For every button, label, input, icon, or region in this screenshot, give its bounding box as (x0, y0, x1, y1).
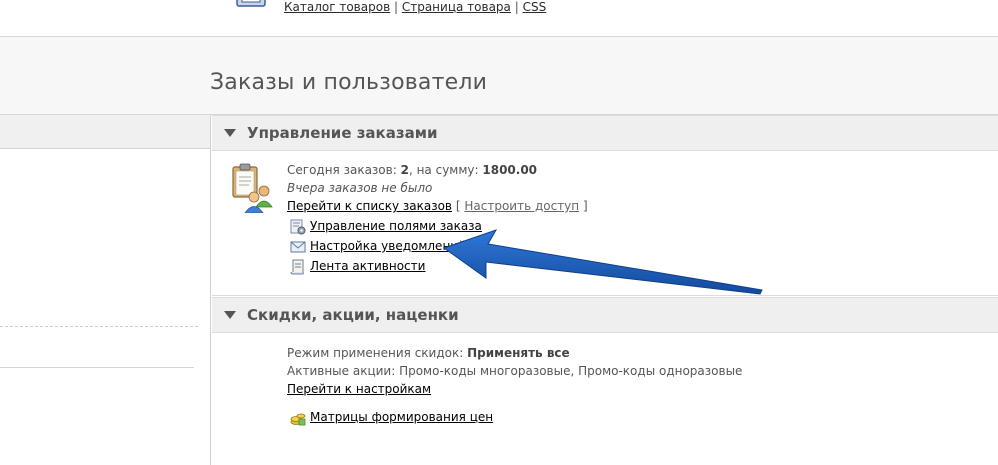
discount-mode: Режим применения скидок: Применять все (287, 346, 570, 360)
fields-gear-icon (290, 219, 306, 235)
scroll-icon (290, 259, 304, 275)
catalog-link[interactable]: Каталог товаров (284, 0, 390, 14)
price-matrix-link[interactable]: Матрицы формирования цен (310, 410, 493, 424)
divider (0, 367, 194, 368)
left-column-header (0, 115, 210, 149)
orders-panel-title: Управление заказами (247, 124, 438, 142)
product-page-link[interactable]: Страница товара (402, 0, 511, 14)
goto-orders-link[interactable]: Перейти к списку заказов (287, 199, 452, 213)
active-promotions-value: Промо-коды многоразовые, Промо-коды одно… (399, 364, 743, 378)
divider (0, 326, 198, 327)
collapse-triangle-icon[interactable] (224, 311, 236, 319)
separator: | (514, 0, 519, 14)
clipboard-users-icon (232, 163, 273, 213)
pointer-arrow-icon (442, 229, 763, 295)
goto-settings-row: Перейти к настройкам (287, 382, 431, 396)
collapse-triangle-icon[interactable] (224, 129, 236, 137)
css-link[interactable]: CSS (523, 0, 547, 14)
orders-links-row: Перейти к списку заказов [ Настроить дос… (287, 199, 588, 213)
catalog-icon (236, 0, 266, 7)
discounts-panel-title: Скидки, акции, наценки (247, 306, 459, 324)
yesterday-orders: Вчера заказов не было (287, 181, 433, 195)
discount-mode-value: Применять все (467, 346, 570, 360)
page-title: Заказы и пользователи (210, 70, 488, 95)
left-column (0, 115, 211, 465)
separator: | (393, 0, 399, 14)
orders-panel-header[interactable]: Управление заказами (212, 115, 998, 151)
top-bar: Каталог товаров | Страница товара | CSS (0, 0, 998, 37)
today-count: 2 (400, 163, 409, 177)
divider (212, 295, 998, 296)
today-orders: Сегодня заказов: 2, на сумму: 1800.00 (287, 163, 538, 177)
today-sum: 1800.00 (482, 163, 538, 177)
active-promotions: Активные акции: Промо-коды многоразовые,… (287, 364, 743, 378)
activity-feed-link[interactable]: Лента активности (310, 259, 425, 273)
access-settings-link[interactable]: Настроить доступ (464, 199, 579, 213)
discounts-panel-header[interactable]: Скидки, акции, наценки (212, 297, 998, 333)
header-band (0, 37, 998, 115)
goto-settings-link[interactable]: Перейти к настройкам (287, 382, 431, 396)
coins-icon (290, 413, 306, 426)
envelope-icon (290, 241, 306, 253)
top-links: Каталог товаров | Страница товара | CSS (284, 0, 546, 14)
